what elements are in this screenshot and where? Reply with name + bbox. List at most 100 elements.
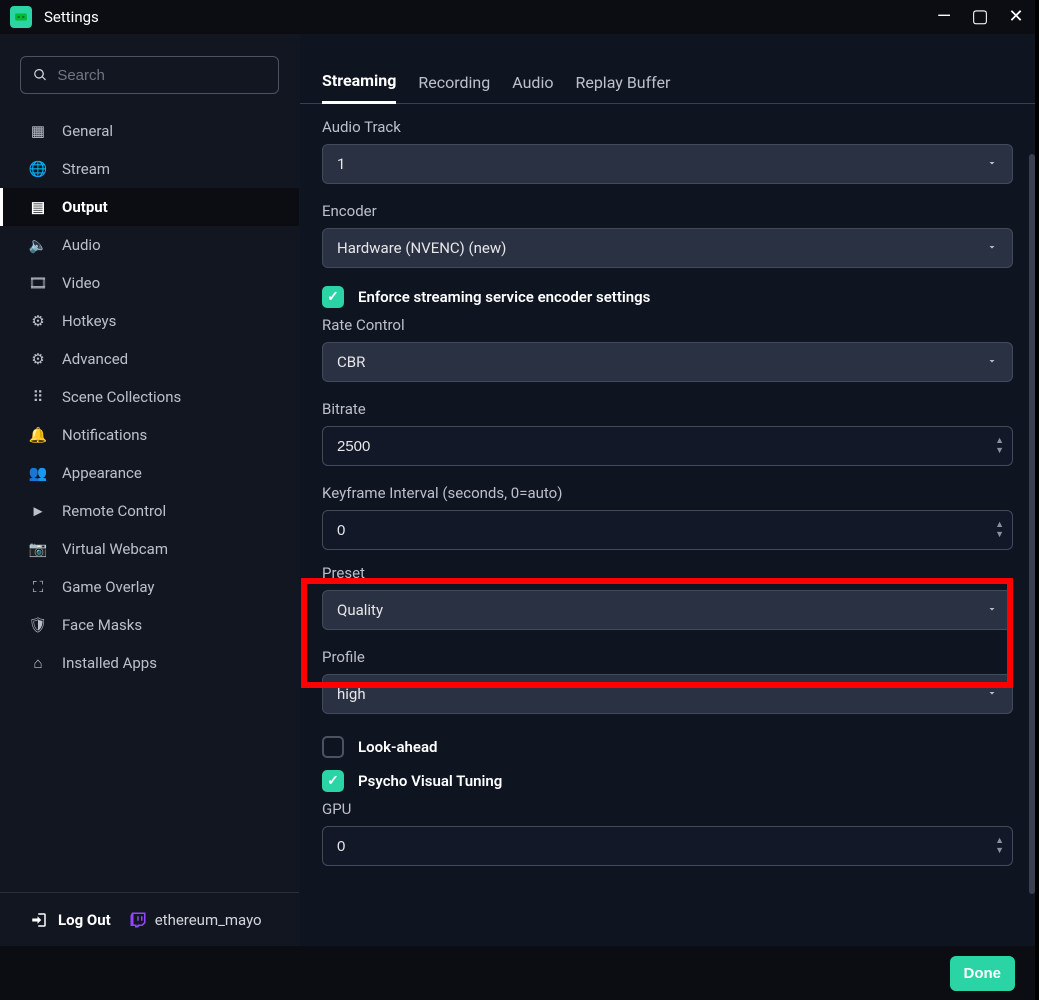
enforce-label: Enforce streaming service encoder settin…: [358, 288, 650, 306]
content-panel: Streaming Recording Audio Replay Buffer Aud…: [300, 34, 1035, 946]
play-circle-icon: ►: [28, 502, 48, 520]
lookahead-checkbox-row[interactable]: Look-ahead: [322, 736, 1013, 758]
store-icon: ⌂: [28, 654, 48, 672]
encoder-label: Encoder: [322, 202, 1013, 220]
gear-icon: ⚙: [28, 312, 48, 330]
people-icon: 👥: [28, 464, 48, 482]
expand-icon: ⛶: [28, 578, 48, 596]
output-form: Audio Track 1 Encoder Hardware (NVENC) (…: [300, 104, 1035, 894]
enforce-checkbox[interactable]: [322, 286, 344, 308]
volume-icon: 🔈: [28, 236, 48, 254]
chevron-down-icon: [986, 601, 998, 619]
gears-icon: ⚙: [28, 350, 48, 368]
sidebar-item-label: Appearance: [62, 464, 142, 482]
logout-icon: [30, 911, 48, 929]
film-icon: 🎞: [28, 274, 48, 292]
sidebar-item-label: Scene Collections: [62, 388, 181, 406]
psycho-label: Psycho Visual Tuning: [358, 772, 502, 790]
enforce-checkbox-row[interactable]: Enforce streaming service encoder settin…: [322, 286, 1013, 308]
sidebar-item-output[interactable]: ▤Output: [0, 188, 299, 226]
bitrate-stepper[interactable]: ▲▼: [995, 431, 1004, 461]
keyframe-input[interactable]: ▲▼: [322, 510, 1013, 550]
sidebar-item-label: Installed Apps: [62, 654, 157, 672]
camera-icon: 📷: [28, 540, 48, 558]
user-chip[interactable]: ethereum_mayo: [129, 911, 262, 929]
rate-control-select[interactable]: CBR: [322, 342, 1013, 382]
sidebar-item-label: Advanced: [62, 350, 128, 368]
logout-label: Log Out: [58, 911, 111, 929]
encoder-select[interactable]: Hardware (NVENC) (new): [322, 228, 1013, 268]
window-minimize-button[interactable]: —: [935, 6, 953, 27]
sidebar-item-face-masks[interactable]: 🛡 Face Masks: [0, 606, 299, 644]
preset-select[interactable]: Quality: [322, 590, 1013, 630]
sidebar-item-video[interactable]: 🎞 Video: [0, 264, 299, 302]
sidebar-item-appearance[interactable]: 👥 Appearance: [0, 454, 299, 492]
rate-control-label: Rate Control: [322, 316, 1013, 334]
search-icon: [33, 67, 47, 83]
grid-icon: ▦: [28, 122, 48, 140]
profile-select[interactable]: high: [322, 674, 1013, 714]
psycho-checkbox[interactable]: [322, 770, 344, 792]
chip-icon: ▤: [28, 198, 48, 216]
lookahead-checkbox[interactable]: [322, 736, 344, 758]
tabs: Streaming Recording Audio Replay Buffer: [300, 60, 1035, 104]
chevron-down-icon: [986, 239, 998, 257]
search-field[interactable]: [20, 56, 279, 94]
preset-label: Preset: [322, 564, 1013, 582]
tab-streaming[interactable]: Streaming: [322, 60, 396, 104]
sidebar-item-label: Video: [62, 274, 100, 292]
chevron-down-icon: [986, 155, 998, 173]
sidebar-item-advanced[interactable]: ⚙ Advanced: [0, 340, 299, 378]
globe-icon: 🌐: [28, 160, 48, 178]
sidebar-item-label: Face Masks: [62, 616, 142, 634]
sidebar-item-label: Stream: [62, 160, 110, 178]
bitrate-label: Bitrate: [322, 400, 1013, 418]
bell-icon: 🔔: [28, 426, 48, 444]
sidebar-item-game-overlay[interactable]: ⛶Game Overlay: [0, 568, 299, 606]
window-title: Settings: [44, 8, 99, 26]
sidebar-item-stream[interactable]: 🌐 Stream: [0, 150, 299, 188]
audio-track-label: Audio Track: [322, 118, 1013, 136]
sidebar-item-general[interactable]: ▦ General: [0, 112, 299, 150]
dialog-footer: Done: [0, 946, 1035, 1000]
sidebar-item-label: Virtual Webcam: [62, 540, 168, 558]
chevron-down-icon: [986, 353, 998, 371]
username: ethereum_mayo: [155, 911, 262, 929]
dots-icon: ⠿: [28, 388, 48, 406]
scrollbar[interactable]: [1029, 154, 1035, 894]
sidebar: ▦ General 🌐 Stream ▤Output 🔈 Audio 🎞 Video ⚙ Hotke…: [0, 34, 300, 946]
gpu-stepper[interactable]: ▲▼: [995, 831, 1004, 861]
sidebar-item-label: Audio: [62, 236, 101, 254]
sidebar-item-installed-apps[interactable]: ⌂ Installed Apps: [0, 644, 299, 682]
tab-audio[interactable]: Audio: [512, 60, 553, 104]
done-button[interactable]: Done: [950, 956, 1016, 991]
sidebar-item-label: General: [62, 122, 113, 140]
sidebar-item-hotkeys[interactable]: ⚙ Hotkeys: [0, 302, 299, 340]
gpu-input[interactable]: ▲▼: [322, 826, 1013, 866]
sidebar-item-label: Notifications: [62, 426, 147, 444]
keyframe-label: Keyframe Interval (seconds, 0=auto): [322, 484, 1013, 502]
bitrate-input[interactable]: ▲▼: [322, 426, 1013, 466]
twitch-icon: [129, 911, 147, 929]
gpu-label: GPU: [322, 800, 1013, 818]
window-maximize-button[interactable]: ▢: [971, 6, 989, 27]
sidebar-item-remote-control[interactable]: ► Remote Control: [0, 492, 299, 530]
logout-button[interactable]: Log Out: [30, 911, 111, 929]
sidebar-item-scene-collections[interactable]: ⠿ Scene Collections: [0, 378, 299, 416]
sidebar-item-notifications[interactable]: 🔔 Notifications: [0, 416, 299, 454]
keyframe-stepper[interactable]: ▲▼: [995, 515, 1004, 545]
window-close-button[interactable]: ✕: [1007, 6, 1025, 27]
shield-icon: 🛡: [28, 616, 48, 634]
psycho-checkbox-row[interactable]: Psycho Visual Tuning: [322, 770, 1013, 792]
sidebar-item-audio[interactable]: 🔈 Audio: [0, 226, 299, 264]
chevron-down-icon: [986, 685, 998, 703]
sidebar-nav: ▦ General 🌐 Stream ▤Output 🔈 Audio 🎞 Video ⚙ Hotke…: [0, 112, 299, 682]
profile-label: Profile: [322, 648, 1013, 666]
tab-recording[interactable]: Recording: [418, 60, 490, 104]
sidebar-item-virtual-webcam[interactable]: 📷 Virtual Webcam: [0, 530, 299, 568]
sidebar-item-label: Hotkeys: [62, 312, 116, 330]
audio-track-select[interactable]: 1: [322, 144, 1013, 184]
search-input[interactable]: [57, 67, 266, 84]
sidebar-item-label: Remote Control: [62, 502, 166, 520]
tab-replay-buffer[interactable]: Replay Buffer: [575, 60, 670, 104]
